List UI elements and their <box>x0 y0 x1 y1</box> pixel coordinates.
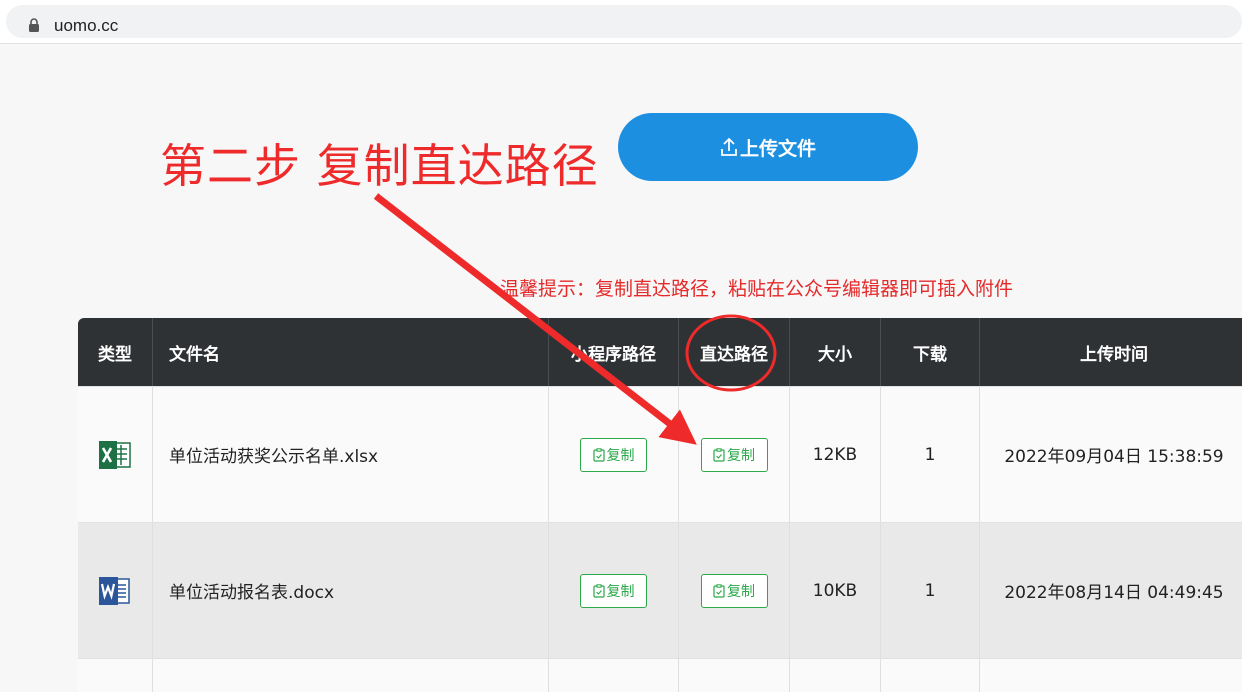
excel-icon <box>99 440 131 469</box>
header-type: 类型 <box>78 318 153 386</box>
clipboard-icon <box>592 583 605 598</box>
header-direct-path: 直达路径 <box>679 318 790 386</box>
type-cell <box>78 523 153 658</box>
downloads-cell: 1 <box>881 523 980 658</box>
mini-path-cell: 复制 <box>549 387 679 522</box>
upload-button-label: 上传文件 <box>739 137 816 160</box>
header-filename: 文件名 <box>153 318 549 386</box>
copy-mini-path-button[interactable]: 复制 <box>580 437 647 472</box>
copy-label: 复制 <box>606 447 635 464</box>
table-header: 类型 文件名 小程序路径 直达路径 大小 下载 上传时间 <box>78 318 1242 386</box>
copy-label: 复制 <box>727 583 755 600</box>
direct-path-cell: 复制 <box>679 523 790 658</box>
file-table: 类型 文件名 小程序路径 直达路径 大小 下载 上传时间 单位活动获奖公示名单.… <box>78 318 1242 692</box>
table-row: 单位活动报名表.docx 复制 复制 10KB 1 2022年08月14日 04… <box>78 522 1242 658</box>
url-field[interactable]: uomo.cc <box>6 5 1242 38</box>
upload-icon <box>721 137 737 156</box>
copy-direct-path-button[interactable]: 复制 <box>700 437 768 472</box>
clipboard-icon <box>592 447 605 462</box>
upload-file-button[interactable]: 上传文件 <box>618 113 918 181</box>
header-mini-path: 小程序路径 <box>549 318 679 386</box>
url-text: uomo.cc <box>54 16 119 35</box>
downloads-cell: 1 <box>881 387 980 522</box>
table-row <box>78 658 1242 692</box>
header-downloads: 下载 <box>881 318 980 386</box>
copy-label: 复制 <box>606 583 635 600</box>
browser-address-bar: uomo.cc <box>0 0 1242 44</box>
clipboard-icon <box>713 583 725 598</box>
upload-time-cell: 2022年09月04日 15:38:59 <box>1004 447 1224 467</box>
size-cell: 10KB <box>790 523 881 658</box>
upload-time-cell: 2022年08月14日 04:49:45 <box>1004 583 1224 603</box>
type-cell <box>78 387 153 522</box>
direct-path-cell: 复制 <box>679 387 790 522</box>
step-annotation: 第二步 复制直达路径 <box>160 139 599 193</box>
word-icon <box>99 576 130 605</box>
header-size: 大小 <box>790 318 881 386</box>
copy-direct-path-button[interactable]: 复制 <box>700 573 768 608</box>
table-row: 单位活动获奖公示名单.xlsx 复制 复制 12KB 1 2022年09月04日… <box>78 386 1242 522</box>
tip-text: 温馨提示：复制直达路径，粘贴在公众号编辑器即可插入附件 <box>500 278 1014 300</box>
size-cell: 12KB <box>790 387 881 522</box>
header-upload-time: 上传时间 <box>1080 344 1148 365</box>
mini-path-cell: 复制 <box>549 523 679 658</box>
filename-cell: 单位活动获奖公示名单.xlsx <box>153 387 549 522</box>
filename-cell: 单位活动报名表.docx <box>153 523 549 658</box>
lock-icon <box>29 18 39 32</box>
clipboard-icon <box>713 447 725 462</box>
copy-mini-path-button[interactable]: 复制 <box>580 573 647 608</box>
copy-label: 复制 <box>727 447 755 464</box>
